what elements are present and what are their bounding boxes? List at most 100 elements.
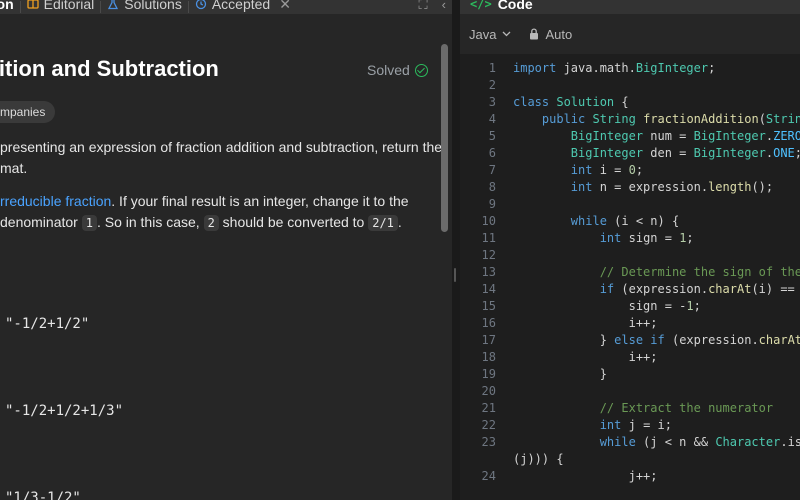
line-number: 19 bbox=[481, 367, 496, 381]
code-editor[interactable]: 1 import java.math.BigInteger; 2 3 class Sol… bbox=[460, 54, 800, 500]
line-number: 10 bbox=[481, 214, 496, 228]
code-text: j++; bbox=[513, 469, 658, 483]
description-scrollbar[interactable] bbox=[441, 44, 448, 232]
code-line[interactable]: 8 int n = expression.length(); bbox=[460, 179, 800, 196]
code-line[interactable]: 21 // Extract the numerator bbox=[460, 400, 800, 417]
code-line[interactable]: 4 public String fractionAddition(String … bbox=[460, 111, 800, 128]
code-text: while (i < n) { bbox=[570, 214, 680, 228]
code-line[interactable]: 6 BigInteger den = BigInteger.ONE; bbox=[460, 145, 800, 162]
code-text: (j))) { bbox=[513, 452, 564, 466]
example-input-2: "-1/2+1/2+1/3" bbox=[5, 403, 124, 419]
code-text: public String fractionAddition(String e bbox=[541, 112, 800, 126]
problem-tabbar: tion Editorial Solutions Accepted ✕ ⛶ ‹ bbox=[0, 0, 452, 14]
description-line: presenting an expression of fraction add… bbox=[0, 139, 443, 155]
line-number: 13 bbox=[481, 265, 496, 279]
description-text: . bbox=[397, 214, 402, 230]
tab-solutions-label: Solutions bbox=[124, 0, 182, 12]
panel-tools: ⛶ ‹ bbox=[419, 0, 446, 13]
code-line[interactable]: 12 bbox=[460, 247, 800, 264]
code-line[interactable]: 20 bbox=[460, 383, 800, 400]
code-line[interactable]: 11 int sign = 1; bbox=[460, 230, 800, 247]
line-number: 20 bbox=[481, 384, 496, 398]
code-text: BigInteger num = BigInteger.ZERO; bbox=[570, 129, 800, 143]
code-line[interactable]: 24 j++; bbox=[460, 468, 800, 485]
close-icon[interactable]: ✕ bbox=[279, 0, 291, 13]
line-number: 8 bbox=[488, 180, 496, 194]
tab-description[interactable]: tion bbox=[0, 0, 20, 14]
line-number: 2 bbox=[488, 78, 496, 92]
language-select[interactable]: Java bbox=[469, 27, 511, 42]
line-number: 24 bbox=[481, 469, 496, 483]
code-line[interactable]: 13 // Determine the sign of the cu bbox=[460, 264, 800, 281]
code-text: if (expression.charAt(i) == '-' bbox=[599, 282, 800, 296]
auto-mode-toggle[interactable]: Auto bbox=[529, 27, 572, 42]
description-text: denominator bbox=[0, 214, 82, 230]
code-text: i++; bbox=[513, 350, 658, 364]
code-text: // Determine the sign of the cu bbox=[599, 265, 800, 279]
code-text: } else if (expression.charAt(i) bbox=[513, 333, 800, 347]
code-line[interactable]: 18 i++; bbox=[460, 349, 800, 366]
code-title-wrap: </> Code bbox=[470, 0, 533, 12]
inline-code: 2 bbox=[203, 215, 219, 231]
code-text: while (j < n && Character.isDig bbox=[599, 435, 800, 449]
tab-editorial[interactable]: Editorial bbox=[21, 0, 101, 14]
line-number: 21 bbox=[481, 401, 496, 415]
tab-editorial-label: Editorial bbox=[43, 0, 95, 12]
code-line[interactable]: 7 int i = 0; bbox=[460, 162, 800, 179]
code-panel: </> Code Java Auto 1 import java.math.Big… bbox=[460, 0, 800, 500]
code-header: </> Code bbox=[460, 0, 800, 14]
example-input-3: "1/3-1/2" bbox=[5, 490, 81, 500]
chevron-left-icon[interactable]: ‹ bbox=[442, 0, 446, 13]
irreducible-fraction-link[interactable]: rreducible fraction bbox=[0, 193, 111, 209]
line-number: 14 bbox=[481, 282, 496, 296]
description-line: mat. bbox=[0, 160, 28, 176]
code-line[interactable]: 10 while (i < n) { bbox=[460, 213, 800, 230]
code-line[interactable]: (j))) { bbox=[460, 451, 800, 468]
check-circle-icon bbox=[414, 63, 428, 77]
tab-description-label: tion bbox=[0, 0, 14, 12]
code-line[interactable]: 2 bbox=[460, 77, 800, 94]
code-text: // Extract the numerator bbox=[599, 401, 774, 415]
tab-solutions[interactable]: Solutions bbox=[101, 0, 188, 14]
code-line[interactable]: 23 while (j < n && Character.isDig bbox=[460, 434, 800, 451]
description-text: should be converted to bbox=[218, 214, 369, 230]
code-line[interactable]: 5 BigInteger num = BigInteger.ZERO; bbox=[460, 128, 800, 145]
line-number: 3 bbox=[488, 95, 496, 109]
line-number: 5 bbox=[488, 129, 496, 143]
code-line[interactable]: 17 } else if (expression.charAt(i) bbox=[460, 332, 800, 349]
solved-label: Solved bbox=[367, 62, 410, 78]
code-text: int j = i; bbox=[599, 418, 672, 432]
history-icon bbox=[195, 0, 206, 10]
chevron-down-icon bbox=[503, 31, 511, 37]
resize-handle[interactable] bbox=[454, 268, 456, 282]
code-line[interactable]: 22 int j = i; bbox=[460, 417, 800, 434]
lock-icon bbox=[530, 28, 539, 40]
line-number: 12 bbox=[481, 248, 496, 262]
line-number: 22 bbox=[481, 418, 496, 432]
code-line[interactable]: 3 class Solution { bbox=[460, 94, 800, 111]
description-paragraph-2: rreducible fraction. If your final resul… bbox=[0, 191, 409, 234]
tab-accepted[interactable]: Accepted ✕ bbox=[189, 0, 297, 14]
code-icon: </> bbox=[470, 0, 492, 11]
code-line[interactable]: 15 sign = -1; bbox=[460, 298, 800, 315]
problem-content: ddition and Subtraction Solved mpanies p… bbox=[0, 14, 443, 500]
line-number: 23 bbox=[481, 435, 496, 449]
code-text: import java.math.BigInteger; bbox=[513, 61, 716, 75]
inline-code: 2/1 bbox=[368, 215, 398, 231]
description-line: rreducible fraction. If your final resul… bbox=[0, 191, 409, 212]
companies-chip[interactable]: mpanies bbox=[0, 101, 56, 123]
problem-panel: tion Editorial Solutions Accepted ✕ ⛶ ‹ … bbox=[0, 0, 452, 500]
line-number: 4 bbox=[488, 112, 496, 126]
line-number: 15 bbox=[481, 299, 496, 313]
line-number: 17 bbox=[481, 333, 496, 347]
code-line[interactable]: 14 if (expression.charAt(i) == '-' bbox=[460, 281, 800, 298]
code-text: int i = 0; bbox=[570, 163, 644, 177]
code-line[interactable]: 9 bbox=[460, 196, 800, 213]
description-text: . So in this case, bbox=[96, 214, 204, 230]
maximize-icon[interactable]: ⛶ bbox=[419, 0, 428, 13]
code-text: sign = -1; bbox=[513, 299, 701, 313]
code-line[interactable]: 1 import java.math.BigInteger; bbox=[460, 60, 800, 77]
code-line[interactable]: 19 } bbox=[460, 366, 800, 383]
code-line[interactable]: 16 i++; bbox=[460, 315, 800, 332]
panel-divider[interactable] bbox=[452, 0, 460, 500]
